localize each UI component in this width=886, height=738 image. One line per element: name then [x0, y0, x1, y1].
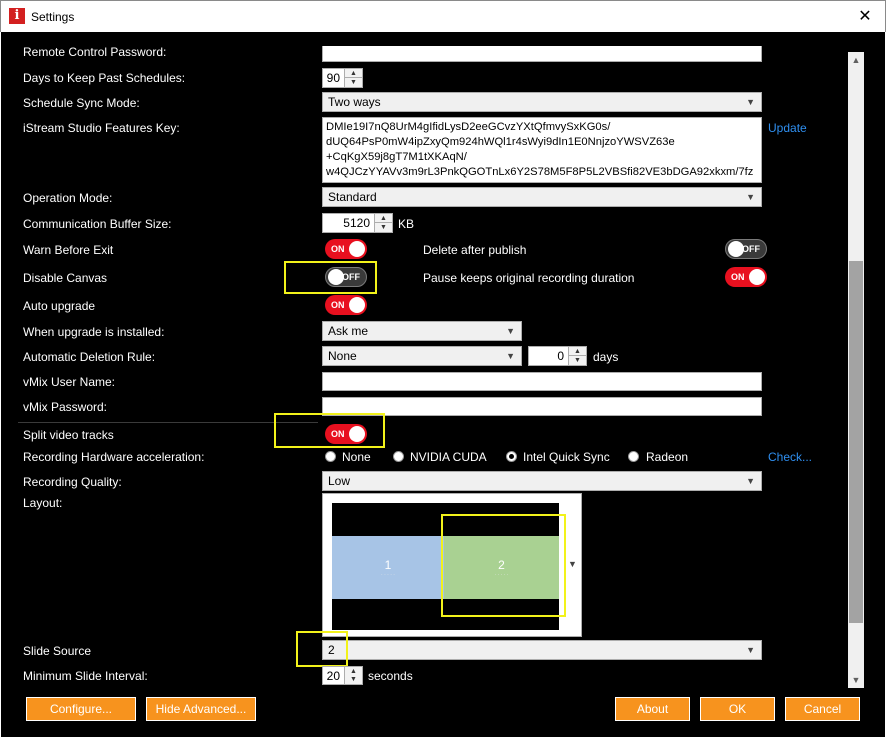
auto-upgrade-toggle[interactable]: ON	[325, 295, 367, 315]
cancel-button[interactable]: Cancel	[785, 697, 860, 721]
sync-mode-select[interactable]: Two ways ▼	[322, 92, 762, 112]
buffer-size-unit: KB	[398, 217, 415, 231]
radio-radeon-label: Radeon	[646, 450, 689, 464]
stepper-up-icon[interactable]: ▲	[345, 69, 362, 78]
stepper-up-icon[interactable]: ▲	[569, 347, 586, 356]
vmix-user-label: vMix User Name:	[23, 375, 116, 389]
slide-source-label: Slide Source	[23, 644, 92, 658]
auto-deletion-label: Automatic Deletion Rule:	[23, 350, 156, 364]
scroll-down-icon[interactable]: ▼	[848, 672, 864, 688]
highlight-box	[284, 261, 377, 294]
check-link[interactable]: Check...	[768, 450, 812, 464]
radio-intel-label: Intel Quick Sync	[523, 450, 610, 464]
min-slide-interval-label: Minimum Slide Interval:	[23, 669, 148, 683]
chevron-down-icon[interactable]: ▼	[568, 559, 577, 569]
radio-nvidia-cuda[interactable]	[393, 451, 404, 462]
chevron-down-icon: ▼	[746, 97, 755, 107]
chevron-down-icon: ▼	[746, 476, 755, 486]
recording-quality-label: Recording Quality:	[23, 475, 122, 489]
buffer-size-stepper[interactable]: 5120 ▲ ▼	[322, 213, 393, 233]
upgrade-installed-select[interactable]: Ask me ▼	[322, 321, 522, 341]
radio-radeon[interactable]	[628, 451, 639, 462]
vmix-password-label: vMix Password:	[23, 400, 108, 414]
chevron-down-icon: ▼	[506, 351, 515, 361]
split-tracks-label: Split video tracks	[23, 428, 114, 442]
deletion-days-unit: days	[593, 350, 619, 364]
remote-password-input[interactable]	[322, 46, 762, 62]
features-key-textarea[interactable]: DMIe19I7nQ8UrM4gIfidLysD2eeGCvzYXtQfmvyS…	[322, 117, 762, 183]
stepper-down-icon[interactable]: ▼	[345, 675, 362, 684]
stepper-down-icon[interactable]: ▼	[375, 223, 392, 232]
vmix-password-input[interactable]	[322, 397, 762, 416]
stepper-down-icon[interactable]: ▼	[345, 78, 362, 87]
chevron-down-icon: ▼	[506, 326, 515, 336]
warn-exit-toggle[interactable]: ON	[325, 239, 367, 259]
ok-button[interactable]: OK	[700, 697, 775, 721]
days-keep-label: Days to Keep Past Schedules:	[23, 71, 186, 85]
title-bar: i Settings ✕	[0, 0, 886, 32]
layout-pane-1: 1 · · · · ·	[332, 536, 444, 599]
pause-keeps-label: Pause keeps original recording duration	[423, 271, 635, 285]
days-keep-stepper[interactable]: 90 ▲ ▼	[322, 68, 363, 88]
app-icon: i	[9, 8, 25, 24]
min-slide-interval-stepper[interactable]: 20 ▲ ▼	[322, 666, 363, 685]
operation-mode-label: Operation Mode:	[23, 191, 113, 205]
close-icon[interactable]: ✕	[853, 5, 877, 29]
auto-deletion-select[interactable]: None ▼	[322, 346, 522, 366]
stepper-down-icon[interactable]: ▼	[569, 356, 586, 365]
hide-advanced-button[interactable]: Hide Advanced...	[146, 697, 256, 721]
auto-upgrade-label: Auto upgrade	[23, 299, 96, 313]
disable-canvas-label: Disable Canvas	[23, 271, 108, 285]
stepper-up-icon[interactable]: ▲	[375, 214, 392, 223]
about-button[interactable]: About	[615, 697, 690, 721]
vmix-user-input[interactable]	[322, 372, 762, 391]
radio-none-label: None	[342, 450, 371, 464]
radio-intel-quick-sync[interactable]	[506, 451, 517, 462]
vertical-scrollbar[interactable]: ▲ ▼	[848, 52, 864, 688]
highlight-box	[441, 514, 566, 617]
scrollbar-thumb[interactable]	[849, 261, 863, 623]
highlight-box	[274, 413, 385, 448]
chevron-down-icon: ▼	[746, 192, 755, 202]
radio-nvidia-label: NVIDIA CUDA	[410, 450, 487, 464]
chevron-down-icon: ▼	[746, 645, 755, 655]
operation-mode-select[interactable]: Standard ▼	[322, 187, 762, 207]
pause-keeps-toggle[interactable]: ON	[725, 267, 767, 287]
update-link[interactable]: Update	[768, 121, 807, 135]
delete-publish-label: Delete after publish	[423, 243, 527, 257]
buffer-size-label: Communication Buffer Size:	[23, 217, 172, 231]
features-key-label: iStream Studio Features Key:	[23, 121, 180, 135]
radio-none[interactable]	[325, 451, 336, 462]
row-divider	[18, 422, 318, 423]
deletion-days-stepper[interactable]: 0 ▲ ▼	[528, 346, 587, 366]
layout-label: Layout:	[23, 496, 63, 510]
recording-quality-select[interactable]: Low ▼	[322, 471, 762, 491]
delete-publish-toggle[interactable]: OFF	[725, 239, 767, 259]
min-slide-interval-unit: seconds	[368, 669, 413, 683]
upgrade-installed-label: When upgrade is installed:	[23, 325, 165, 339]
slide-source-select[interactable]: 2 ▼	[322, 640, 762, 660]
sync-mode-label: Schedule Sync Mode:	[23, 96, 140, 110]
warn-exit-label: Warn Before Exit	[23, 243, 114, 257]
configure-button[interactable]: Configure...	[26, 697, 136, 721]
scroll-up-icon[interactable]: ▲	[848, 52, 864, 68]
highlight-box	[296, 631, 348, 667]
window-title: Settings	[31, 10, 75, 24]
remote-password-label: Remote Control Password:	[23, 46, 167, 59]
hw-accel-label: Recording Hardware acceleration:	[23, 450, 205, 464]
